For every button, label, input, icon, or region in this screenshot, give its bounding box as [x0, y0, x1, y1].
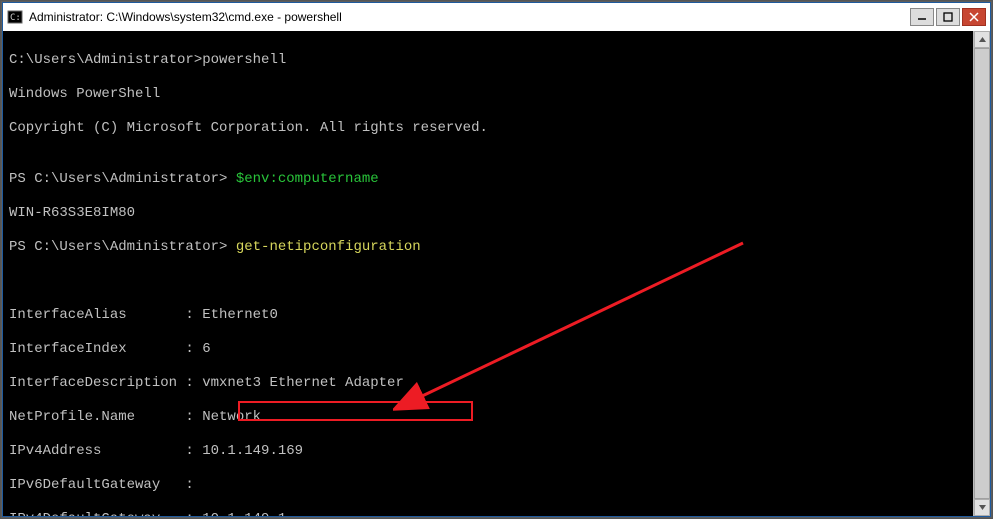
- minimize-button[interactable]: [910, 8, 934, 26]
- vertical-scrollbar[interactable]: [973, 31, 990, 516]
- svg-text:C:: C:: [10, 13, 21, 23]
- cmd-text: powershell: [202, 52, 286, 68]
- scroll-up-button[interactable]: [974, 31, 990, 48]
- output-line: IPv4DefaultGateway : 10.1.149.1: [9, 511, 984, 516]
- output-line: NetProfile.Name : Network: [9, 409, 984, 426]
- output-line: InterfaceAlias : Ethernet0: [9, 307, 984, 324]
- cmd-icon: C:: [7, 9, 23, 25]
- output-line: Windows PowerShell: [9, 86, 984, 103]
- terminal-area[interactable]: C:\Users\Administrator>powershell Window…: [3, 31, 990, 516]
- output-line: InterfaceIndex : 6: [9, 341, 984, 358]
- output-line: InterfaceDescription : vmxnet3 Ethernet …: [9, 375, 984, 392]
- output-line: IPv4Address : 10.1.149.169: [9, 443, 984, 460]
- output-line: IPv6DefaultGateway :: [9, 477, 984, 494]
- maximize-button[interactable]: [936, 8, 960, 26]
- cmd-text: $env:computername: [236, 171, 379, 187]
- prompt: PS C:\Users\Administrator>: [9, 171, 236, 187]
- cmd-window: C: Administrator: C:\Windows\system32\cm…: [2, 2, 991, 517]
- scroll-thumb[interactable]: [974, 48, 990, 499]
- scroll-track[interactable]: [974, 48, 990, 499]
- close-button[interactable]: [962, 8, 986, 26]
- titlebar: C: Administrator: C:\Windows\system32\cm…: [3, 3, 990, 31]
- output-line: Copyright (C) Microsoft Corporation. All…: [9, 120, 984, 137]
- window-controls: [910, 8, 986, 26]
- prompt: C:\Users\Administrator>: [9, 52, 202, 68]
- window-title: Administrator: C:\Windows\system32\cmd.e…: [29, 10, 910, 24]
- prompt: PS C:\Users\Administrator>: [9, 239, 236, 255]
- cmd-text: get-netipconfiguration: [236, 239, 421, 255]
- scroll-down-button[interactable]: [974, 499, 990, 516]
- output-line: WIN-R63S3E8IM80: [9, 205, 984, 222]
